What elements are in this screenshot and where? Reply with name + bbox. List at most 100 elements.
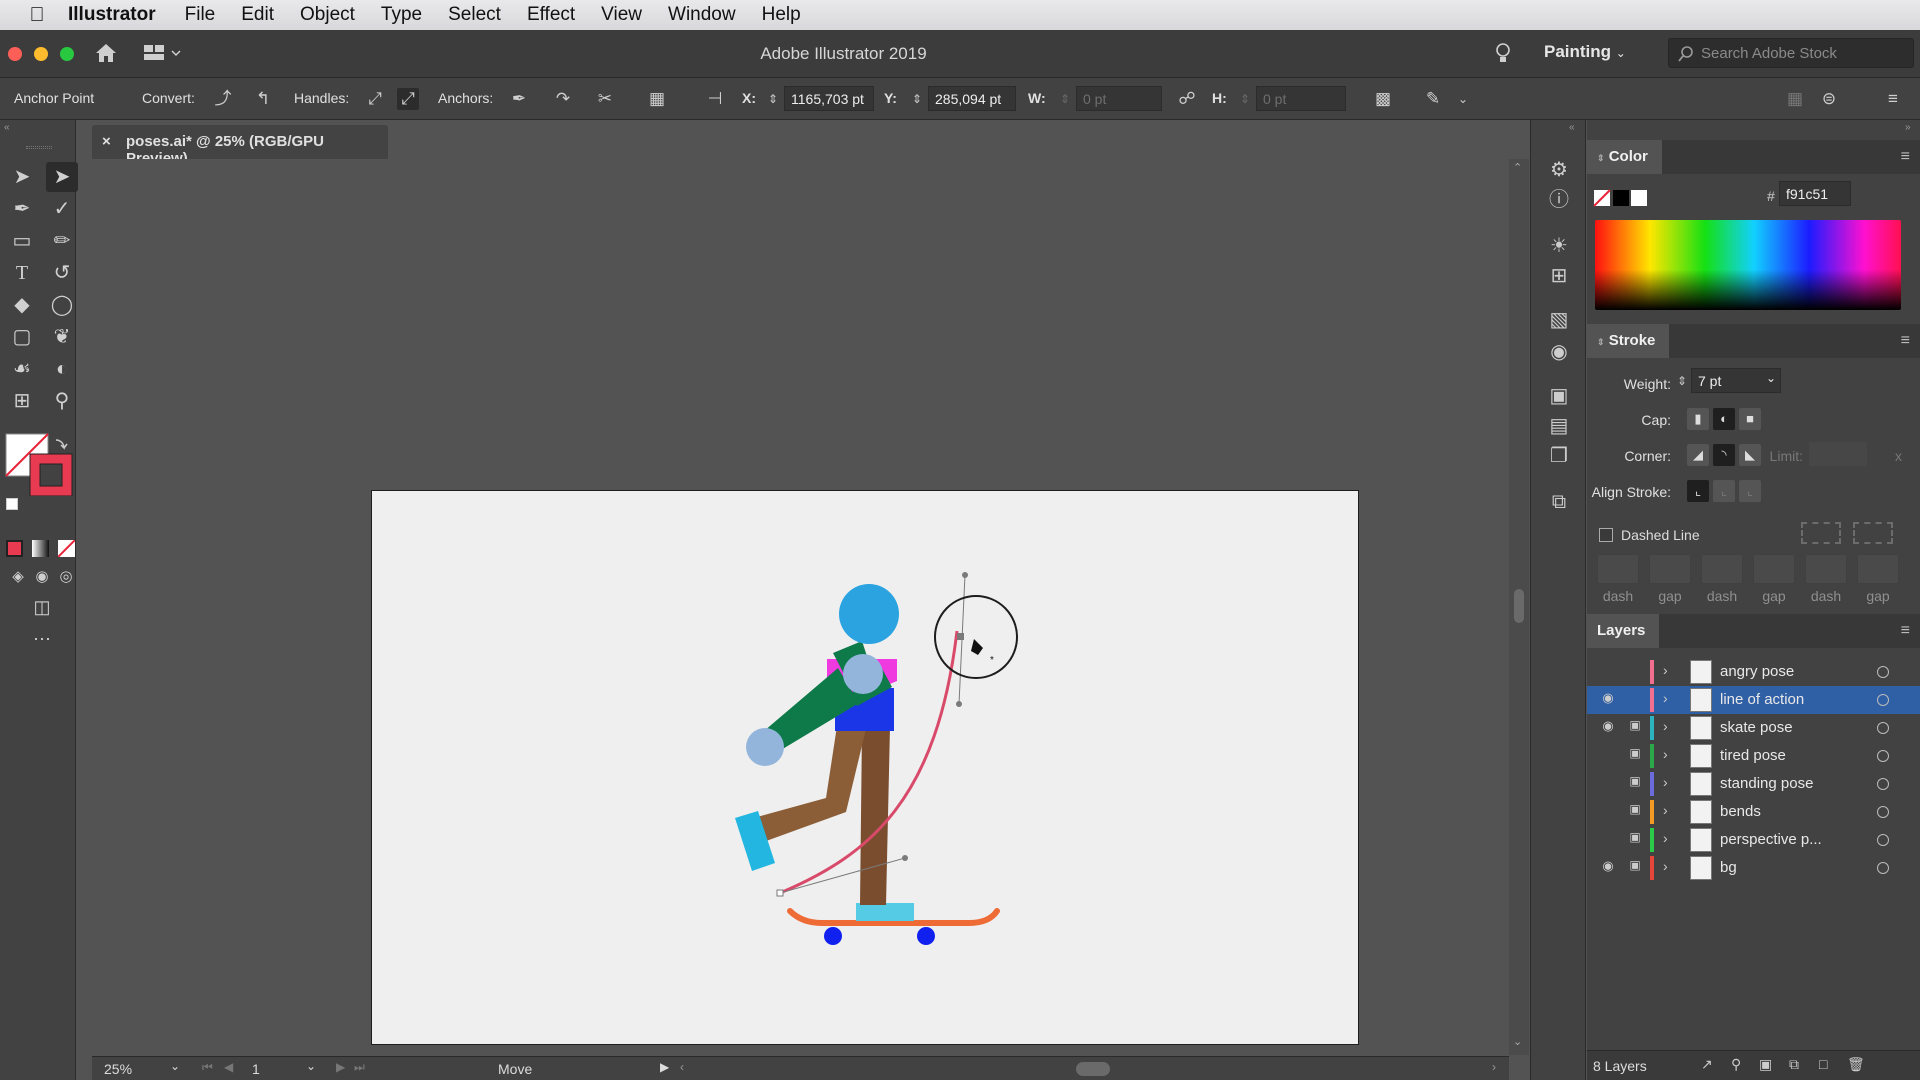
workspace-switcher[interactable]: Painting ⌄: [1544, 42, 1626, 62]
lock-icon[interactable]: ▣: [1627, 746, 1643, 760]
layer-row[interactable]: ◉ ▣ › skate pose: [1587, 714, 1920, 742]
layer-name[interactable]: tired pose: [1720, 747, 1786, 764]
gap-field-3[interactable]: [1857, 554, 1899, 584]
butt-cap-icon[interactable]: ▮: [1687, 408, 1709, 430]
panel-menu-icon[interactable]: ≡: [1901, 622, 1910, 640]
rectangle-tool-icon[interactable]: ▭: [6, 226, 38, 256]
status-menu-icon[interactable]: ▶: [660, 1060, 669, 1074]
scrollbar-thumb[interactable]: [1514, 589, 1524, 623]
convert-to-smooth-icon[interactable]: ↰: [252, 88, 274, 110]
hex-color-field[interactable]: f91c51: [1779, 181, 1851, 206]
h-stepper-icon[interactable]: ⇕: [1234, 88, 1256, 110]
chevron-right-icon[interactable]: ›: [1663, 662, 1668, 678]
layer-name[interactable]: bg: [1720, 859, 1737, 876]
menu-type[interactable]: Type: [368, 4, 435, 26]
panel-menu-icon[interactable]: ≡: [1901, 332, 1910, 350]
menu-edit[interactable]: Edit: [228, 4, 287, 26]
remove-anchor-icon[interactable]: ✒: [508, 88, 530, 110]
dash-align-icon[interactable]: [1853, 522, 1893, 544]
color-spectrum[interactable]: [1595, 220, 1901, 310]
fill-stroke-mini-icon[interactable]: [1593, 188, 1649, 208]
chevron-right-icon[interactable]: ›: [1663, 774, 1668, 790]
dash-field-1[interactable]: [1597, 554, 1639, 584]
info-icon[interactable]: ⓘ: [1545, 186, 1573, 214]
convert-to-corner-icon[interactable]: ⤴: [212, 88, 234, 110]
artboard-number[interactable]: 1: [252, 1061, 260, 1077]
collapse-icon[interactable]: «: [1569, 122, 1575, 133]
last-artboard-icon[interactable]: ⏭: [354, 1060, 365, 1075]
chevron-down-icon[interactable]: ⌄: [170, 1059, 180, 1073]
menu-view[interactable]: View: [588, 4, 655, 26]
chevron-right-icon[interactable]: ›: [1663, 718, 1668, 734]
artboard[interactable]: *: [371, 490, 1359, 1045]
isolate-icon[interactable]: ▩: [1372, 88, 1394, 110]
apple-logo-icon[interactable]: : [20, 4, 54, 27]
chevron-right-icon[interactable]: ›: [1663, 746, 1668, 762]
constrain-proportions-icon[interactable]: ☍: [1176, 88, 1198, 110]
scroll-right-icon[interactable]: ›: [1492, 1060, 1496, 1074]
align-icon[interactable]: ▤: [1545, 412, 1573, 440]
layer-target-icon[interactable]: [1877, 666, 1889, 678]
width-field[interactable]: 0 pt: [1076, 86, 1162, 111]
round-join-icon[interactable]: ◝: [1713, 444, 1735, 466]
artboards-icon[interactable]: ▣: [1545, 382, 1573, 410]
gap-field-1[interactable]: [1649, 554, 1691, 584]
selection-tool-icon[interactable]: ➤: [6, 162, 38, 192]
layer-name[interactable]: standing pose: [1720, 775, 1813, 792]
layer-row[interactable]: ◉ › line of action: [1587, 686, 1920, 714]
menu-file[interactable]: File: [172, 4, 229, 26]
color-mode-icon[interactable]: [6, 540, 23, 557]
appearance-icon[interactable]: ☀: [1545, 232, 1573, 260]
curvature-tool-icon[interactable]: ✓: [46, 194, 78, 224]
new-sublayer-icon[interactable]: ⧉: [1789, 1056, 1799, 1073]
show-handles-icon[interactable]: ⤢: [364, 88, 386, 110]
align-stroke-outside-icon[interactable]: ⌞: [1739, 480, 1761, 502]
stroke-panel-tab[interactable]: ⇕ Stroke: [1587, 324, 1670, 358]
height-field[interactable]: 0 pt: [1256, 86, 1346, 111]
eye-icon[interactable]: ◉: [1599, 858, 1617, 874]
free-transform-tool-icon[interactable]: ◯: [46, 290, 78, 320]
dash-preserve-icon[interactable]: [1801, 522, 1841, 544]
asset-export-icon[interactable]: ⧉: [1545, 488, 1573, 516]
scroll-up-icon[interactable]: ⌃: [1513, 161, 1522, 174]
menu-help[interactable]: Help: [749, 4, 814, 26]
align-anchor-icon[interactable]: ⊣: [704, 88, 726, 110]
gradient-tool-icon[interactable]: ▢: [6, 322, 38, 352]
layer-target-icon[interactable]: [1877, 722, 1889, 734]
clipping-mask-icon[interactable]: ▣: [1759, 1056, 1772, 1073]
close-tab-icon[interactable]: ×: [102, 133, 111, 150]
document-tab[interactable]: × poses.ai* @ 25% (RGB/GPU Preview): [92, 125, 388, 167]
none-mode-icon[interactable]: [58, 540, 75, 557]
default-colors-icon[interactable]: [6, 498, 18, 510]
lightbulb-icon[interactable]: [1494, 42, 1512, 66]
chevron-right-icon[interactable]: ›: [1663, 802, 1668, 818]
dash-field-2[interactable]: [1701, 554, 1743, 584]
hide-handles-icon[interactable]: ⤢: [397, 88, 419, 110]
scroll-down-icon[interactable]: ⌄: [1513, 1035, 1522, 1048]
new-layer-icon[interactable]: □: [1819, 1056, 1827, 1072]
artboard-tool-icon[interactable]: ⊞: [6, 386, 38, 416]
zoom-tool-icon[interactable]: ⚲: [46, 386, 78, 416]
layer-row[interactable]: ◉ ▣ › bg: [1587, 854, 1920, 882]
chevron-right-icon[interactable]: ›: [1663, 690, 1668, 706]
gradient-panel-icon[interactable]: ▧: [1545, 306, 1573, 334]
lock-icon[interactable]: ▣: [1627, 858, 1643, 872]
search-adobe-stock-input[interactable]: Search Adobe Stock: [1668, 38, 1914, 68]
eye-icon[interactable]: ◉: [1599, 690, 1617, 706]
edit-toolbar-icon[interactable]: ⋯: [26, 624, 58, 654]
layer-row[interactable]: ▣ › standing pose: [1587, 770, 1920, 798]
layer-name[interactable]: perspective p...: [1720, 831, 1822, 848]
chevron-right-icon[interactable]: ›: [1663, 830, 1668, 846]
pen-tool-icon[interactable]: ✒: [6, 194, 38, 224]
align-panel-icon[interactable]: ▦: [1784, 88, 1806, 110]
align-stroke-center-icon[interactable]: ⌞: [1687, 480, 1709, 502]
layers-panel-tab[interactable]: Layers: [1587, 614, 1660, 648]
previous-artboard-icon[interactable]: ◀: [224, 1060, 233, 1074]
scroll-left-icon[interactable]: ‹: [680, 1060, 684, 1074]
eye-icon[interactable]: ◉: [1599, 718, 1617, 734]
gradient-mode-icon[interactable]: [32, 540, 49, 557]
rotate-tool-icon[interactable]: ↺: [46, 258, 78, 288]
dashed-line-checkbox[interactable]: [1599, 528, 1613, 542]
layer-target-icon[interactable]: [1877, 862, 1889, 874]
vertical-scrollbar[interactable]: ⌃ ⌄: [1509, 159, 1529, 1055]
